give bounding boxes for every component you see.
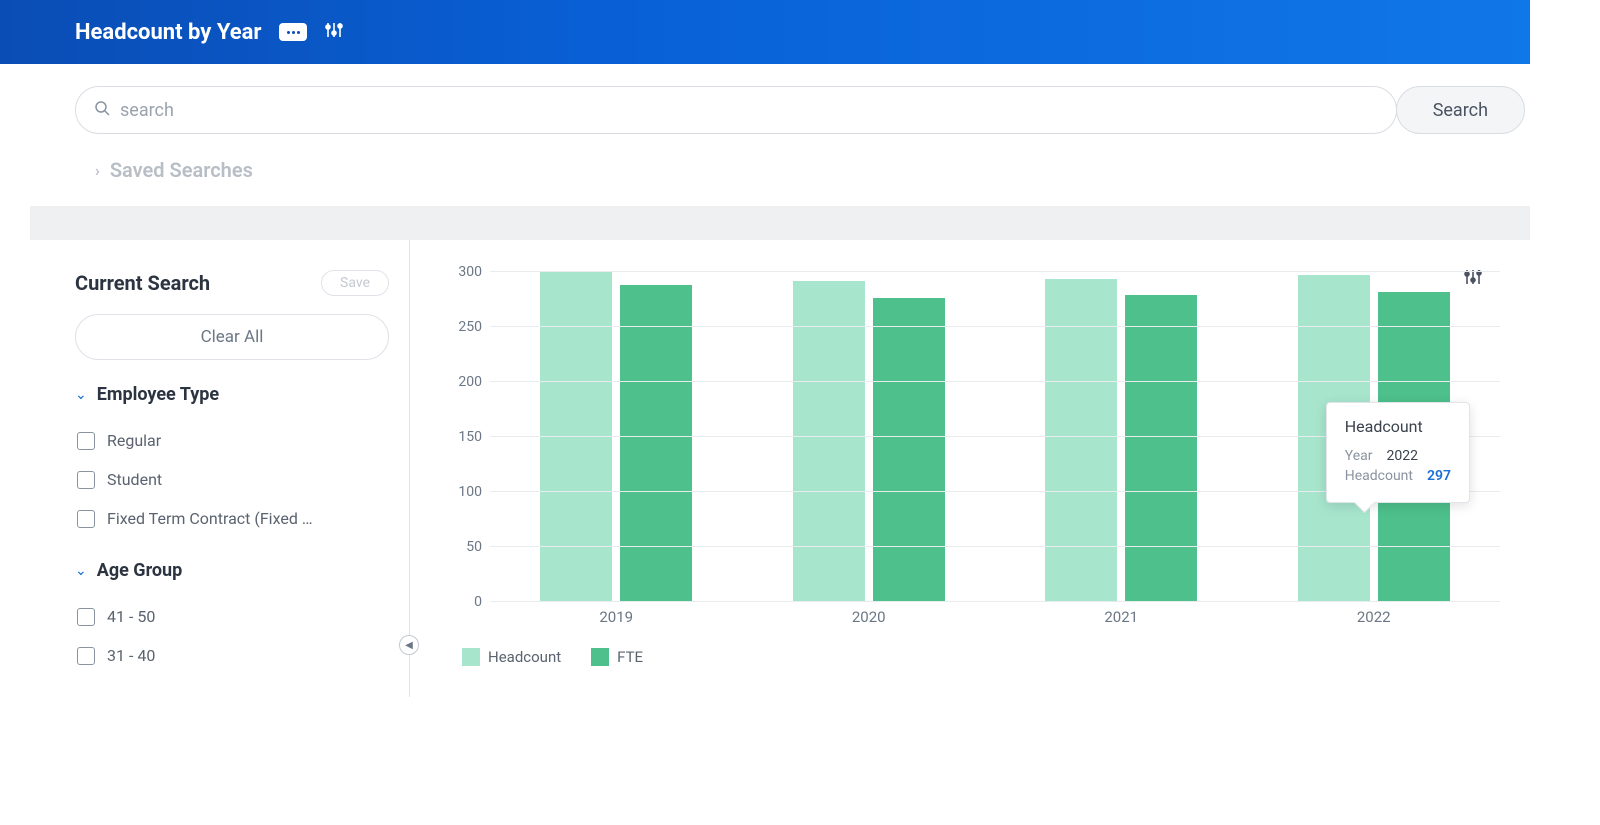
filter-group-title: Age Group bbox=[97, 560, 183, 581]
chart-legend: Headcount FTE bbox=[444, 648, 1500, 666]
bar-group bbox=[1041, 279, 1201, 602]
filter-label: Regular bbox=[107, 431, 161, 450]
filter-label: Student bbox=[107, 470, 162, 489]
search-icon bbox=[94, 100, 110, 120]
tooltip-title: Headcount bbox=[1345, 417, 1451, 436]
saved-searches-label: Saved Searches bbox=[110, 158, 253, 182]
checkbox[interactable] bbox=[77, 608, 95, 626]
legend-item-fte[interactable]: FTE bbox=[591, 648, 643, 666]
tooltip-year-key: Year bbox=[1345, 448, 1373, 464]
bar-group bbox=[536, 272, 696, 602]
clear-all-button[interactable]: Clear All bbox=[75, 314, 389, 360]
filter-group-toggle[interactable]: ⌄ Employee Type bbox=[75, 384, 389, 405]
filter-item[interactable]: 31 - 40 bbox=[75, 636, 389, 675]
filter-item[interactable]: Fixed Term Contract (Fixed … bbox=[75, 499, 389, 538]
filter-label: 41 - 50 bbox=[107, 607, 155, 626]
filter-item[interactable]: 41 - 50 bbox=[75, 597, 389, 636]
checkbox[interactable] bbox=[77, 510, 95, 528]
checkbox[interactable] bbox=[77, 647, 95, 665]
legend-item-headcount[interactable]: Headcount bbox=[462, 648, 561, 666]
filter-item[interactable]: Regular bbox=[75, 421, 389, 460]
search-field-wrap bbox=[75, 86, 1397, 134]
x-tick-label: 2022 bbox=[1294, 608, 1454, 626]
chart-tooltip: Headcount Year 2022 Headcount 297 bbox=[1326, 402, 1470, 503]
bar-fte[interactable] bbox=[620, 285, 692, 602]
filter-item[interactable]: Student bbox=[75, 460, 389, 499]
filter-group-title: Employee Type bbox=[97, 384, 219, 405]
bar-fte[interactable] bbox=[1125, 295, 1197, 602]
chart-area: 300250200150100500 2019 2020 2021 2022 Head… bbox=[444, 272, 1500, 632]
bar-headcount[interactable] bbox=[793, 281, 865, 602]
chevron-right-icon: › bbox=[95, 161, 100, 180]
chevron-down-icon: ⌄ bbox=[75, 387, 87, 403]
chevron-down-icon: ⌄ bbox=[75, 563, 87, 579]
divider-strip bbox=[30, 206, 1530, 240]
filter-label: Fixed Term Contract (Fixed … bbox=[107, 509, 313, 528]
checkbox[interactable] bbox=[77, 471, 95, 489]
bar-headcount[interactable] bbox=[540, 272, 612, 602]
save-search-button[interactable]: Save bbox=[321, 270, 389, 296]
tooltip-hc-key: Headcount bbox=[1345, 468, 1413, 484]
search-input[interactable] bbox=[120, 100, 1396, 121]
search-button[interactable]: Search bbox=[1396, 86, 1525, 134]
x-axis: 2019 2020 2021 2022 bbox=[490, 602, 1500, 632]
x-tick-label: 2019 bbox=[536, 608, 696, 626]
app-header: Headcount by Year bbox=[0, 0, 1530, 64]
legend-swatch-icon bbox=[591, 648, 609, 666]
current-search-title: Current Search bbox=[75, 271, 210, 295]
y-axis: 300250200150100500 bbox=[444, 272, 490, 602]
bar-headcount[interactable] bbox=[1045, 279, 1117, 602]
bar-fte[interactable] bbox=[873, 298, 945, 602]
more-icon[interactable] bbox=[279, 23, 307, 41]
chart-pane: 300250200150100500 2019 2020 2021 2022 Head… bbox=[410, 240, 1530, 697]
x-tick-label: 2020 bbox=[789, 608, 949, 626]
x-tick-label: 2021 bbox=[1041, 608, 1201, 626]
filter-sidebar: Current Search Save Clear All ⌄ Employee … bbox=[30, 240, 410, 697]
page-title: Headcount by Year bbox=[75, 20, 261, 45]
settings-sliders-icon[interactable] bbox=[325, 21, 343, 44]
legend-swatch-icon bbox=[462, 648, 480, 666]
saved-searches-toggle[interactable]: › Saved Searches bbox=[0, 144, 1600, 206]
filter-label: 31 - 40 bbox=[107, 646, 155, 665]
tooltip-year-val: 2022 bbox=[1386, 448, 1417, 464]
filter-group-toggle[interactable]: ⌄ Age Group bbox=[75, 560, 389, 581]
tooltip-hc-val: 297 bbox=[1427, 468, 1451, 484]
bar-group bbox=[789, 281, 949, 602]
search-row: Search bbox=[0, 64, 1600, 144]
checkbox[interactable] bbox=[77, 432, 95, 450]
